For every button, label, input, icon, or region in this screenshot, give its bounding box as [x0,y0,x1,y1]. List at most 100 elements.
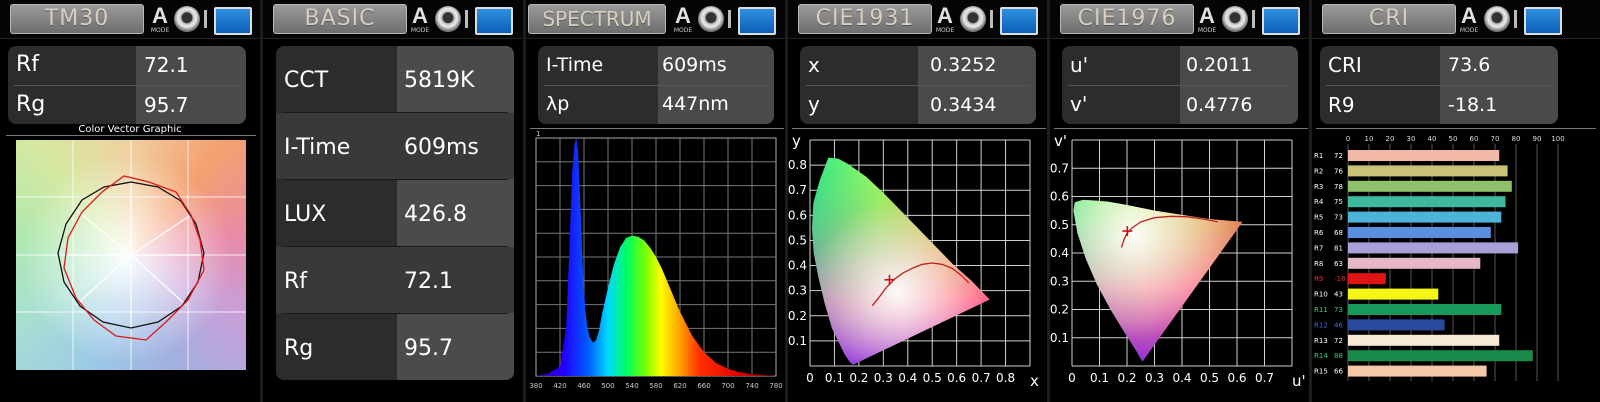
cri-bar [1348,211,1502,223]
basic-lux-value: 426.8 [404,202,467,227]
x-tick-label: 0.4 [1172,371,1191,385]
x-tick-label: 0.1 [825,371,844,385]
cri-bar [1348,227,1491,238]
spectrum-toolbar: SPECTRUM A MODE [526,0,785,39]
cri-bar-label: R3 [1314,183,1323,191]
cie1976-chart: 0 0.1 0.2 0.3 0.4 0.5 0.6 0.7 0.1 0.2 0.3 0.4 0.5 0.6… [1050,132,1306,390]
cri-bar [1348,273,1386,285]
cri-bar-value: 88 [1334,352,1343,360]
dial-knob-icon[interactable] [1484,6,1510,32]
x-tick-label: 0.6 [947,371,966,385]
y-tick-label: 0.6 [788,208,807,222]
basic-lux-label: LUX [284,202,327,227]
screen-button[interactable] [1000,7,1038,35]
mode-icon[interactable]: A MODE [672,5,694,35]
tm30-values: Rf 72.1 Rg 95.7 [8,46,246,124]
mode-icon[interactable]: A MODE [149,5,171,35]
mode-icon[interactable]: A MODE [409,5,431,35]
cri-bar-value: 68 [1334,229,1343,237]
cie1931-y-label: y [808,92,820,116]
x-tick-label: 0.3 [1145,371,1164,385]
spectrum-panel: SPECTRUM A MODE I-Time 609ms λp 447nm 1 … [526,0,788,402]
spectrum-x-tick: 660 [697,382,710,390]
cie1931-x-axis-label: x [1030,372,1039,390]
toggle-pin-icon[interactable] [1514,10,1517,28]
tm30-rf-value: 72.1 [144,53,189,77]
y-tick-label: 0.2 [1050,303,1069,317]
cri-x-tick: 30 [1407,135,1416,143]
cri-panel: CRI A MODE CRI 73.6 R9 -18.1 0 10 20 30 40 50 6… [1312,0,1600,402]
x-tick-label: 0.7 [1255,371,1274,385]
spectrum-x-tick: 420 [553,382,566,390]
cie1931-toolbar: CIE1931 A MODE [788,0,1047,39]
screen-button[interactable] [738,7,776,35]
cri-bar [1348,350,1533,362]
y-tick-label: 0.7 [788,183,807,197]
cri-x-tick: 0 [1346,135,1350,143]
spectrum-peak-value: 447nm [662,93,729,115]
basic-rg-value: 95.7 [404,336,453,361]
x-tick-label: 0.2 [1117,371,1136,385]
cie1931-values: x 0.3252 y 0.3434 [800,46,1036,124]
tm30-toolbar: TM30 A MODE [0,0,260,39]
dial-knob-icon[interactable] [435,6,461,32]
cri-toolbar: CRI A MODE [1312,0,1600,39]
cri-bar-value: 72 [1334,337,1343,345]
cri-cri-value: 73.6 [1448,54,1491,76]
cie1976-v-value: 0.4776 [1186,94,1253,116]
mode-icon[interactable]: A MODE [1196,5,1218,35]
cri-bar [1348,304,1502,315]
dial-knob-icon[interactable] [174,6,200,32]
cri-bar-label: R1 [1314,152,1323,160]
cri-bar-label: R15 [1314,368,1328,376]
tm30-rf-label: Rf [16,52,40,77]
cie1976-y-axis-label: v' [1054,132,1067,150]
toggle-pin-icon[interactable] [1252,10,1255,28]
cie1931-title-button[interactable]: CIE1931 [798,4,932,34]
basic-cct-value: 5819K [404,68,475,93]
basic-toolbar: BASIC A MODE [263,0,523,39]
spectrum-x-tick: 380 [529,382,542,390]
x-tick-label: 0.2 [849,371,868,385]
basic-title-button[interactable]: BASIC [273,4,407,34]
cri-bar [1348,150,1500,161]
cri-x-tick: 20 [1386,135,1395,143]
dial-knob-icon[interactable] [1222,6,1248,32]
cie1976-toolbar: CIE1976 A MODE [1050,0,1309,39]
screen-button[interactable] [1262,7,1300,35]
toggle-pin-icon[interactable] [990,10,993,28]
mode-icon[interactable]: A MODE [1458,5,1480,35]
toggle-pin-icon[interactable] [728,10,731,28]
dial-knob-icon[interactable] [960,6,986,32]
dial-knob-icon[interactable] [698,6,724,32]
spectrum-itime-value: 609ms [662,54,727,76]
screen-button[interactable] [475,7,513,35]
mode-icon[interactable]: A MODE [934,5,956,35]
color-vector-graphic-title: Color Vector Graphic [78,124,182,135]
toggle-pin-icon[interactable] [204,10,207,28]
y-tick-label: 0.2 [788,309,807,323]
cri-title-button[interactable]: CRI [1322,4,1456,34]
screen-button[interactable] [214,7,252,35]
cri-bar-value: 72 [1334,152,1343,160]
screen-button[interactable] [1524,7,1562,35]
spectrum-title-button[interactable]: SPECTRUM [528,4,666,34]
cri-x-tick: 60 [1470,135,1479,143]
x-tick-label: 0.3 [874,371,893,385]
spectrum-x-tick: 460 [577,382,590,390]
cie1976-values: u' 0.2011 v' 0.4776 [1062,46,1298,124]
tm30-panel: TM30 A MODE Rf 72.1 Rg 95.7 Color Vector … [0,0,263,402]
toggle-pin-icon[interactable] [465,10,468,28]
cri-bar-label: R12 [1314,321,1328,329]
y-tick-label: 0.6 [1050,190,1069,204]
tm30-rg-label: Rg [16,92,46,117]
y-tick-label: 0.3 [788,284,807,298]
spectrum-itime-label: I-Time [546,54,604,76]
cie1976-title-button[interactable]: CIE1976 [1060,4,1194,34]
y-tick-label: 0.1 [1050,331,1069,345]
x-tick-label: 0.6 [1227,371,1246,385]
cri-bar [1348,319,1445,331]
cri-bar [1348,165,1508,177]
cri-bar-label: R5 [1314,214,1323,222]
tm30-title-button[interactable]: TM30 [10,4,144,34]
